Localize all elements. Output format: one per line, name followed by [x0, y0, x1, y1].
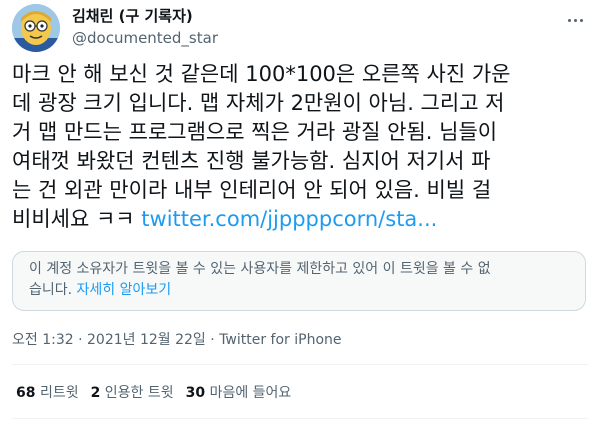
tweet-text-line: 데 광장 크기 입니다. 맵 자체가 2만원이 아님. 그리고 저 [12, 91, 505, 115]
tweet-date[interactable]: 2021년 12월 22일 [87, 332, 206, 348]
tweet-author[interactable]: 김채린 (구 기록자) @documented_star [72, 6, 218, 48]
restricted-tweet-notice: 이 계정 소유자가 트윗을 볼 수 있는 사용자를 제한하고 있어 이 트윗을 … [12, 251, 586, 311]
notice-text: 이 계정 소유자가 트윗을 볼 수 있는 사용자를 제한하고 있어 이 트윗을 … [29, 261, 491, 277]
tweet-text-line: 여태껏 봐왔던 컨텐츠 진행 불가능함. 심지어 저기서 파 [12, 149, 491, 173]
tweet-text-line: 마크 안 해 보신 것 같은데 100*100은 오른쪽 사진 가운 [12, 62, 511, 86]
tweet-stats: 68 리트윗 2 인용한 트윗 30 마음에 들어요 [16, 382, 303, 402]
tweet-source[interactable]: Twitter for iPhone [219, 332, 341, 348]
divider [12, 364, 588, 365]
avatar[interactable] [12, 4, 60, 52]
like-count[interactable]: 30 마음에 들어요 [186, 382, 292, 402]
more-options-button[interactable] [563, 10, 587, 30]
tweet-text: 마크 안 해 보신 것 같은데 100*100은 오른쪽 사진 가운 데 광장 … [12, 60, 588, 234]
author-handle[interactable]: @documented_star [72, 28, 218, 48]
quote-tweet-count[interactable]: 2 인용한 트윗 [91, 382, 174, 402]
tweet-text-line: 비비세요 ㅋㅋ [12, 207, 142, 231]
more-horizontal-icon [567, 18, 571, 22]
retweet-count[interactable]: 68 리트윗 [16, 382, 79, 402]
tweet-meta: 오전 1:32 · 2021년 12월 22일 · Twitter for iP… [12, 332, 342, 348]
author-display-name[interactable]: 김채린 (구 기록자) [72, 6, 218, 26]
notice-text-line2: 습니다. [29, 282, 77, 298]
tweet-time[interactable]: 오전 1:32 [12, 332, 74, 348]
learn-more-link[interactable]: 자세히 알아보기 [77, 282, 172, 298]
tweet-text-line: 는 건 외관 만이라 내부 인테리어 안 되어 있음. 비빌 걸 [12, 178, 492, 202]
tweet-text-line: 거 맵 만드는 프로그램으로 찍은 거라 광질 안됨. 님들이 [12, 120, 498, 144]
cartoon-avatar-icon [12, 4, 60, 52]
tweet-link[interactable]: twitter.com/jjppppcorn/sta... [141, 207, 437, 231]
divider [12, 418, 588, 419]
